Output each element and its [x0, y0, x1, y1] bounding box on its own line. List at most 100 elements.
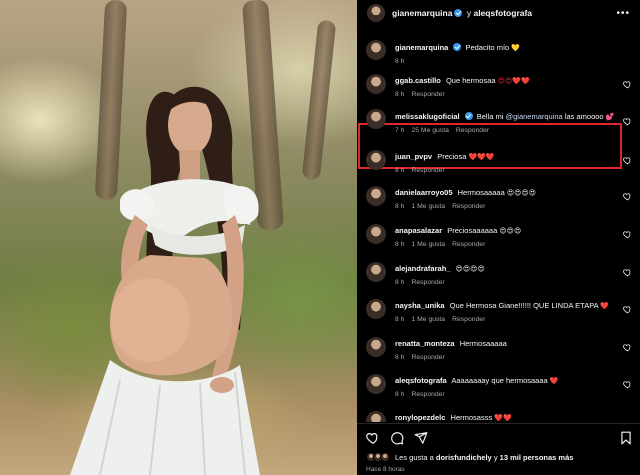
likes-count[interactable]: 13 mil personas más	[500, 453, 574, 462]
verified-badge-icon	[454, 9, 463, 17]
comment-time: 8 h	[395, 391, 405, 398]
caption-username[interactable]: gianemarquina	[395, 43, 448, 52]
reply-button[interactable]: Responder	[411, 167, 444, 174]
like-heart-icon[interactable]	[366, 431, 380, 445]
comment-emoji: ❤️	[600, 302, 610, 310]
bookmark-save-icon[interactable]	[619, 431, 633, 445]
caption-time: 8 h	[395, 58, 405, 65]
comment-emoji: ❤️	[549, 377, 559, 385]
comment-likes[interactable]: 1 Me gusta	[411, 316, 445, 323]
comment-likes[interactable]: 1 Me gusta	[411, 203, 445, 210]
like-comment-heart-icon[interactable]	[623, 305, 632, 314]
like-comment-heart-icon[interactable]	[623, 156, 632, 165]
avatar[interactable]	[366, 150, 386, 170]
share-send-icon[interactable]	[414, 431, 428, 445]
like-comment-heart-icon[interactable]	[623, 343, 632, 352]
verified-badge-icon	[464, 112, 473, 120]
like-comment-heart-icon[interactable]	[623, 380, 632, 389]
author-username[interactable]: gianemarquina	[392, 8, 452, 18]
avatar[interactable]	[366, 374, 386, 394]
comment-text: Hermosaaaaa	[457, 188, 505, 197]
avatar[interactable]	[366, 74, 386, 94]
reply-button[interactable]: Responder	[411, 279, 444, 286]
comments-panel: gianemarquina y aleqsfotografa ••• giane…	[357, 0, 640, 475]
likes-prefix: Les gusta a	[395, 452, 434, 462]
pregnant-woman-figure	[70, 86, 260, 475]
comment-username[interactable]: aleqsfotografa	[395, 376, 447, 385]
like-comment-heart-icon[interactable]	[623, 80, 632, 89]
comment-text: Hermosaaaaa	[459, 339, 507, 348]
comment-username[interactable]: juan_pvpv	[395, 152, 432, 161]
post-timestamp: Hace 8 horas	[366, 466, 405, 473]
coauthor-username[interactable]: aleqsfotografa	[473, 8, 532, 18]
comment-text: Que Hermosa Giane!!!!!! QUE LINDA ETAPA	[449, 301, 599, 310]
comment-text: Preciosaaaaaa	[447, 226, 498, 235]
likes-summary[interactable]: Les gusta a dorisfundichely y 13 mil per…	[366, 452, 573, 462]
comment-username[interactable]: ronylopezdelc	[395, 413, 445, 422]
comments-list[interactable]: gianemarquina Pedacito mío 💛 8 h ggab.ca…	[357, 26, 640, 422]
comment-text-post: las amoooo	[564, 112, 604, 121]
comment-likes[interactable]: 25 Me gusta	[411, 127, 448, 134]
avatar[interactable]	[366, 411, 386, 422]
likes-user[interactable]: dorisfundichely	[436, 453, 492, 462]
comment-username[interactable]: danielaarroyo05	[395, 188, 453, 197]
comment-emoji: 💕	[605, 113, 615, 121]
comment-emoji: ❤️❤️❤️	[468, 153, 495, 161]
reply-button[interactable]: Responder	[411, 91, 444, 98]
like-comment-heart-icon[interactable]	[623, 230, 632, 239]
avatar	[380, 452, 390, 462]
like-comment-heart-icon[interactable]	[623, 117, 632, 126]
comment-time: 7 h	[395, 127, 405, 134]
comment-time: 8 h	[395, 203, 405, 210]
avatar[interactable]	[366, 40, 386, 60]
comment-text-pre: Bella mi	[476, 112, 504, 121]
avatar[interactable]	[366, 262, 386, 282]
avatar[interactable]	[366, 299, 386, 319]
avatar[interactable]	[366, 109, 386, 129]
more-options-icon[interactable]: •••	[616, 8, 630, 19]
reply-button[interactable]: Responder	[456, 127, 489, 134]
comment-text: Hermosasss	[450, 413, 493, 422]
avatar[interactable]	[366, 186, 386, 206]
post-photo[interactable]	[0, 0, 357, 475]
comment-emoji: 😍😍😍	[499, 227, 522, 235]
comment-time: 8 h	[395, 354, 405, 361]
comment-username[interactable]: alejandrafarah_	[395, 264, 450, 273]
reply-button[interactable]: Responder	[411, 391, 444, 398]
comment-username[interactable]: naysha_unika	[395, 301, 445, 310]
comment-text: Preciosa	[437, 152, 467, 161]
reply-button[interactable]: Responder	[452, 203, 485, 210]
comment-username[interactable]: ggab.castillo	[395, 76, 441, 85]
comment-mention-link[interactable]: @gianemarquina	[506, 112, 563, 121]
comment-bubble-icon[interactable]	[390, 431, 404, 445]
comment-likes[interactable]: 1 Me gusta	[411, 241, 445, 248]
avatar[interactable]	[366, 224, 386, 244]
comment-time: 8 h	[395, 167, 405, 174]
comment-time: 8 h	[395, 279, 405, 286]
post-action-bar: Les gusta a dorisfundichely y 13 mil per…	[357, 423, 640, 475]
caption-emoji: 💛	[511, 44, 521, 52]
comment-emoji: 😍😍😍😍	[455, 265, 485, 273]
post-authors: gianemarquina y aleqsfotografa	[392, 8, 532, 18]
comment-time: 8 h	[395, 316, 405, 323]
reply-button[interactable]: Responder	[452, 316, 485, 323]
like-comment-heart-icon[interactable]	[623, 192, 632, 201]
comment-username[interactable]: melissaklugoficial	[395, 112, 460, 121]
comment-username[interactable]: anapasalazar	[395, 226, 442, 235]
reply-button[interactable]: Responder	[411, 354, 444, 361]
caption-text: Pedacito mío	[465, 43, 510, 52]
comment-emoji: ❤️❤️	[494, 414, 512, 422]
avatar[interactable]	[366, 337, 386, 357]
author-avatar[interactable]	[367, 4, 385, 22]
comment-username[interactable]: renatta_monteza	[395, 339, 455, 348]
comment-time: 8 h	[395, 241, 405, 248]
likes-connector: y	[493, 452, 498, 462]
author-connector: y	[466, 8, 472, 18]
reply-button[interactable]: Responder	[452, 241, 485, 248]
like-comment-heart-icon[interactable]	[623, 268, 632, 277]
liker-avatars	[366, 452, 390, 462]
comment-time: 8 h	[395, 91, 405, 98]
comment-text: Que hermosaa	[445, 76, 496, 85]
comment-emoji: 😍😍❤️❤️	[497, 77, 530, 85]
comment-emoji: 😍😍😍😍	[506, 189, 537, 197]
